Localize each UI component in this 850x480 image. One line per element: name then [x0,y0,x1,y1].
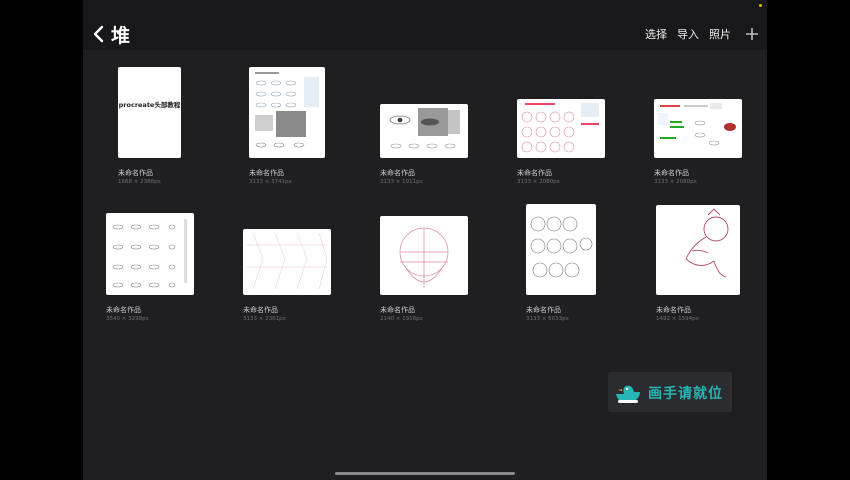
plus-icon[interactable] [745,27,759,41]
duck-logo-icon [616,385,640,403]
cover-title: procreate头部教程 [118,101,181,109]
lips-study-icon [658,103,736,146]
artwork-name[interactable]: 未命名作品 [517,169,560,178]
toolbar-actions: 选择 导入 照片 [645,26,759,42]
artwork-3[interactable]: 未命名作品 3133 × 1911px [380,104,480,192]
artwork-6[interactable]: 未命名作品 3540 × 3298px [106,213,206,328]
head-structure-icon [399,227,449,288]
sketch-sheet-icon [255,72,319,148]
watermark-text: 画手请就位 [648,386,723,402]
artwork-7[interactable]: 未命名作品 3133 × 2361px [243,229,343,328]
face-guide-icon [247,232,328,290]
artwork-thumbnail[interactable] [517,99,605,158]
home-indicator[interactable] [335,472,515,475]
select-button[interactable]: 选择 [645,26,667,42]
figure-sketch-icon [685,208,729,278]
artwork-thumbnail[interactable] [380,216,468,295]
artwork-dims: 3133 × 2080px [517,179,560,185]
artwork-name[interactable]: 未命名作品 [380,169,423,178]
artwork-name[interactable]: 未命名作品 [380,306,423,315]
top-bar: 堆 选择 导入 照片 [83,0,767,50]
status-dot [759,4,762,7]
artwork-name[interactable]: 未命名作品 [654,169,697,178]
gallery-screen: 堆 选择 导入 照片 procreate头部教程 未命名作品 1668 × 23… [83,0,767,480]
watermark: 画手请就位 [608,372,732,412]
artwork-2[interactable]: 未命名作品 3133 × 3741px [249,67,349,192]
artwork-name[interactable]: 未命名作品 [656,306,699,315]
artwork-name[interactable]: 未命名作品 [526,306,569,315]
back-button[interactable]: 堆 [91,20,151,48]
artwork-dims: 3540 × 3298px [106,316,149,322]
artwork-dims: 2140 × 1916px [380,316,423,322]
artwork-name[interactable]: 未命名作品 [249,169,292,178]
artwork-9[interactable]: 未命名作品 3133 × 6033px [526,204,626,328]
artwork-dims: 3133 × 3741px [249,179,292,185]
stack-title: 堆 [111,24,131,47]
artwork-dims: 3133 × 6033px [526,316,569,322]
ear-study-icon [521,103,599,153]
artwork-thumbnail[interactable] [249,67,325,158]
artwork-dims: 3133 × 2080px [654,179,697,185]
artwork-5[interactable]: 未命名作品 3133 × 2080px [654,99,754,192]
artwork-1[interactable]: procreate头部教程 未命名作品 1668 × 2388px [118,67,218,192]
artwork-thumbnail[interactable] [106,213,194,295]
artwork-thumbnail[interactable] [526,204,596,295]
artwork-dims: 3133 × 2361px [243,316,286,322]
artwork-dims: 1492 × 1594px [656,316,699,322]
import-button[interactable]: 导入 [677,26,699,42]
artwork-thumbnail[interactable]: procreate头部教程 [118,67,181,158]
artwork-thumbnail[interactable] [654,99,742,158]
artwork-4[interactable]: 未命名作品 3133 × 2080px [517,99,617,192]
artwork-thumbnail[interactable] [380,104,468,158]
artwork-name[interactable]: 未命名作品 [106,306,149,315]
eye-study-icon [389,108,460,149]
artwork-dims: 1668 × 2388px [118,179,161,185]
artwork-8[interactable]: 未命名作品 2140 × 1916px [380,216,480,328]
chevron-left-icon [93,25,104,43]
artwork-thumbnail[interactable] [656,205,740,295]
artwork-name[interactable]: 未命名作品 [118,169,161,178]
head-angles-icon [530,216,593,278]
artwork-10[interactable]: 未命名作品 1492 × 1594px [656,205,756,328]
artwork-dims: 3133 × 1911px [380,179,423,185]
photos-button[interactable]: 照片 [709,26,731,42]
artwork-thumbnail[interactable] [243,229,331,295]
nose-study-icon [112,219,187,288]
artwork-name[interactable]: 未命名作品 [243,306,286,315]
